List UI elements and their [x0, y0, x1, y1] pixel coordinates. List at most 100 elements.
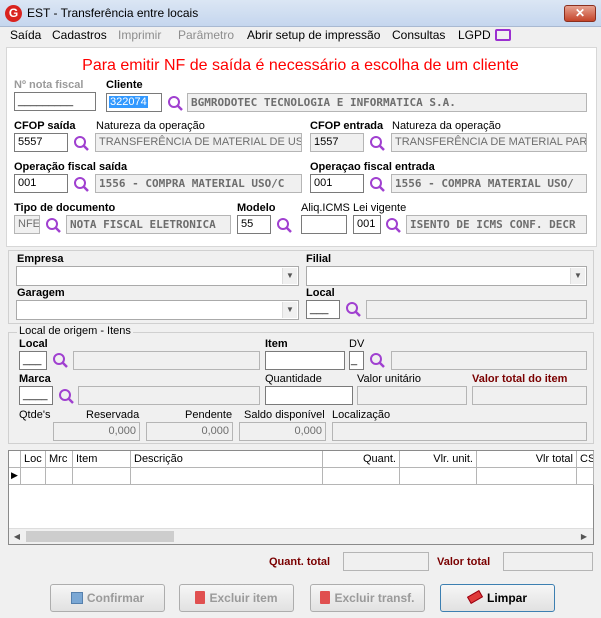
filial-label: Filial [306, 253, 332, 265]
op-fiscal-entrada-desc: 1556 - COMPRA MATERIAL USO/ [391, 174, 587, 193]
valor-unitario-label: Valor unitário [357, 373, 421, 385]
menu-abrir-setup[interactable]: Abrir setup de impressão [247, 28, 380, 42]
menu-consultas[interactable]: Consultas [392, 28, 445, 42]
lei-vigente-search-icon[interactable] [385, 217, 402, 234]
menu-parametro[interactable]: Parâmetro [178, 28, 234, 42]
close-button[interactable]: ✕ [564, 5, 596, 22]
item-search-icon[interactable] [369, 352, 386, 369]
marca-field[interactable]: ____ [19, 386, 53, 405]
reservada-label: Reservada [86, 409, 140, 421]
natureza-saida-field: TRANSFERÊNCIA DE MATERIAL DE USO [95, 133, 302, 152]
op-fiscal-saida-desc: 1556 - COMPRA MATERIAL USO/C [95, 174, 302, 193]
quant-total-label: Quant. total [269, 556, 331, 568]
excluir-item-button[interactable]: Excluir item [179, 584, 294, 612]
quantidade-field[interactable] [265, 386, 353, 405]
cfop-saida-label: CFOP saída [14, 120, 76, 132]
monitor-icon[interactable] [495, 29, 511, 41]
grid-col-vlr-unit[interactable]: Vlr. unit. [400, 451, 477, 468]
excluir-item-label: Excluir item [209, 591, 278, 605]
grid-cell[interactable] [131, 468, 323, 485]
trash-icon [195, 591, 206, 604]
modelo-search-icon[interactable] [276, 217, 293, 234]
grid-col-vlr-total[interactable]: Vlr total [477, 451, 577, 468]
marca-search-icon[interactable] [58, 388, 75, 405]
grid-col-descricao[interactable]: Descrição [131, 451, 323, 468]
item-field[interactable] [265, 351, 345, 370]
row-pointer-icon: ▶ [9, 468, 21, 485]
grid-cell[interactable] [21, 468, 46, 485]
cliente-search-icon[interactable] [167, 95, 184, 112]
grid-col-loc[interactable]: Loc [21, 451, 46, 468]
grid-cell[interactable] [46, 468, 73, 485]
item-label: Item [265, 338, 288, 350]
limpar-label: Limpar [486, 591, 527, 605]
menu-cadastros[interactable]: Cadastros [52, 28, 107, 42]
cfop-saida-search-icon[interactable] [73, 135, 90, 152]
localizacao-field [332, 422, 587, 441]
aliq-icms-field[interactable] [301, 215, 347, 234]
local-destino-field[interactable]: ___ [306, 300, 340, 319]
grid-col-quant[interactable]: Quant. [323, 451, 400, 468]
confirmar-button[interactable]: Confirmar [50, 584, 165, 612]
modelo-field[interactable]: 55 [237, 215, 271, 234]
op-fiscal-saida-search-icon[interactable] [73, 176, 90, 193]
nota-fiscal-label: Nº nota fiscal [14, 79, 84, 91]
cfop-saida-field[interactable]: 5557 [14, 133, 68, 152]
menu-saida[interactable]: Saída [10, 28, 41, 42]
grid-cell[interactable] [400, 468, 477, 485]
menu-lgpd[interactable]: LGPD [458, 28, 491, 42]
cfop-entrada-field[interactable]: 1557 [310, 133, 364, 152]
op-fiscal-saida-field[interactable]: 001 [14, 174, 68, 193]
cfop-entrada-search-icon[interactable] [369, 135, 386, 152]
op-fiscal-entrada-label: Operaçao fiscal entrada [310, 161, 435, 173]
warning-message: Para emitir NF de saída é necessário a e… [82, 57, 519, 74]
confirmar-label: Confirmar [86, 591, 145, 605]
grid-indicator-header [9, 451, 21, 468]
cliente-code-text: 322074 [109, 96, 148, 108]
eraser-icon [466, 590, 484, 604]
tipo-doc-desc: NOTA FISCAL ELETRONICA [66, 215, 231, 234]
op-fiscal-entrada-search-icon[interactable] [369, 176, 386, 193]
tipo-doc-search-icon[interactable] [45, 217, 62, 234]
grid-cell[interactable] [73, 468, 131, 485]
grid-col-mrc[interactable]: Mrc [46, 451, 73, 468]
local-destino-search-icon[interactable] [345, 301, 362, 318]
pendente-field: 0,000 [146, 422, 233, 441]
grid-col-item[interactable]: Item [73, 451, 131, 468]
garagem-select[interactable]: ▼ [16, 300, 299, 320]
saldo-field: 0,000 [239, 422, 326, 441]
cliente-code-field[interactable]: 322074 [106, 93, 162, 112]
local-origem-label: Local [19, 338, 48, 350]
menu-imprimir[interactable]: Imprimir [118, 28, 161, 42]
grid-cell[interactable] [323, 468, 400, 485]
excluir-transf-button[interactable]: Excluir transf. [310, 584, 425, 612]
localizacao-label: Localização [332, 409, 391, 421]
saldo-label: Saldo disponível [244, 409, 325, 421]
scroll-right-icon[interactable]: ▶ [576, 529, 592, 544]
cfop-entrada-label: CFOP entrada [310, 120, 384, 132]
op-fiscal-entrada-field[interactable]: 001 [310, 174, 364, 193]
dv-field[interactable]: _ [349, 351, 364, 370]
lei-vigente-desc: ISENTO DE ICMS CONF. DECR [406, 215, 587, 234]
valor-total-field [503, 552, 593, 571]
filial-select[interactable]: ▼ [306, 266, 587, 286]
grid-cell[interactable] [577, 468, 594, 485]
quant-total-field [343, 552, 429, 571]
grid-horizontal-scrollbar[interactable]: ◀ ▶ [9, 528, 593, 544]
empresa-select[interactable]: ▼ [16, 266, 299, 286]
scroll-thumb[interactable] [26, 531, 174, 542]
op-fiscal-saida-label: Operação fiscal saída [14, 161, 128, 173]
tipo-doc-field[interactable]: NFE [14, 215, 40, 234]
scroll-left-icon[interactable]: ◀ [9, 529, 25, 544]
aliq-icms-label: Aliq.ICMS [301, 202, 350, 214]
lei-vigente-field[interactable]: 001 [353, 215, 381, 234]
local-origem-field[interactable]: ___ [19, 351, 47, 370]
grid-col-cs[interactable]: CS [577, 451, 594, 468]
grid-cell[interactable] [477, 468, 577, 485]
valor-unitario-field [357, 386, 467, 405]
limpar-button[interactable]: Limpar [440, 584, 555, 612]
local-origem-search-icon[interactable] [52, 352, 69, 369]
nota-fiscal-field[interactable]: _________ [14, 92, 96, 111]
cliente-name-field: BGMRODOTEC TECNOLOGIA E INFORMATICA S.A. [187, 93, 587, 112]
app-logo-icon: G [5, 5, 22, 22]
